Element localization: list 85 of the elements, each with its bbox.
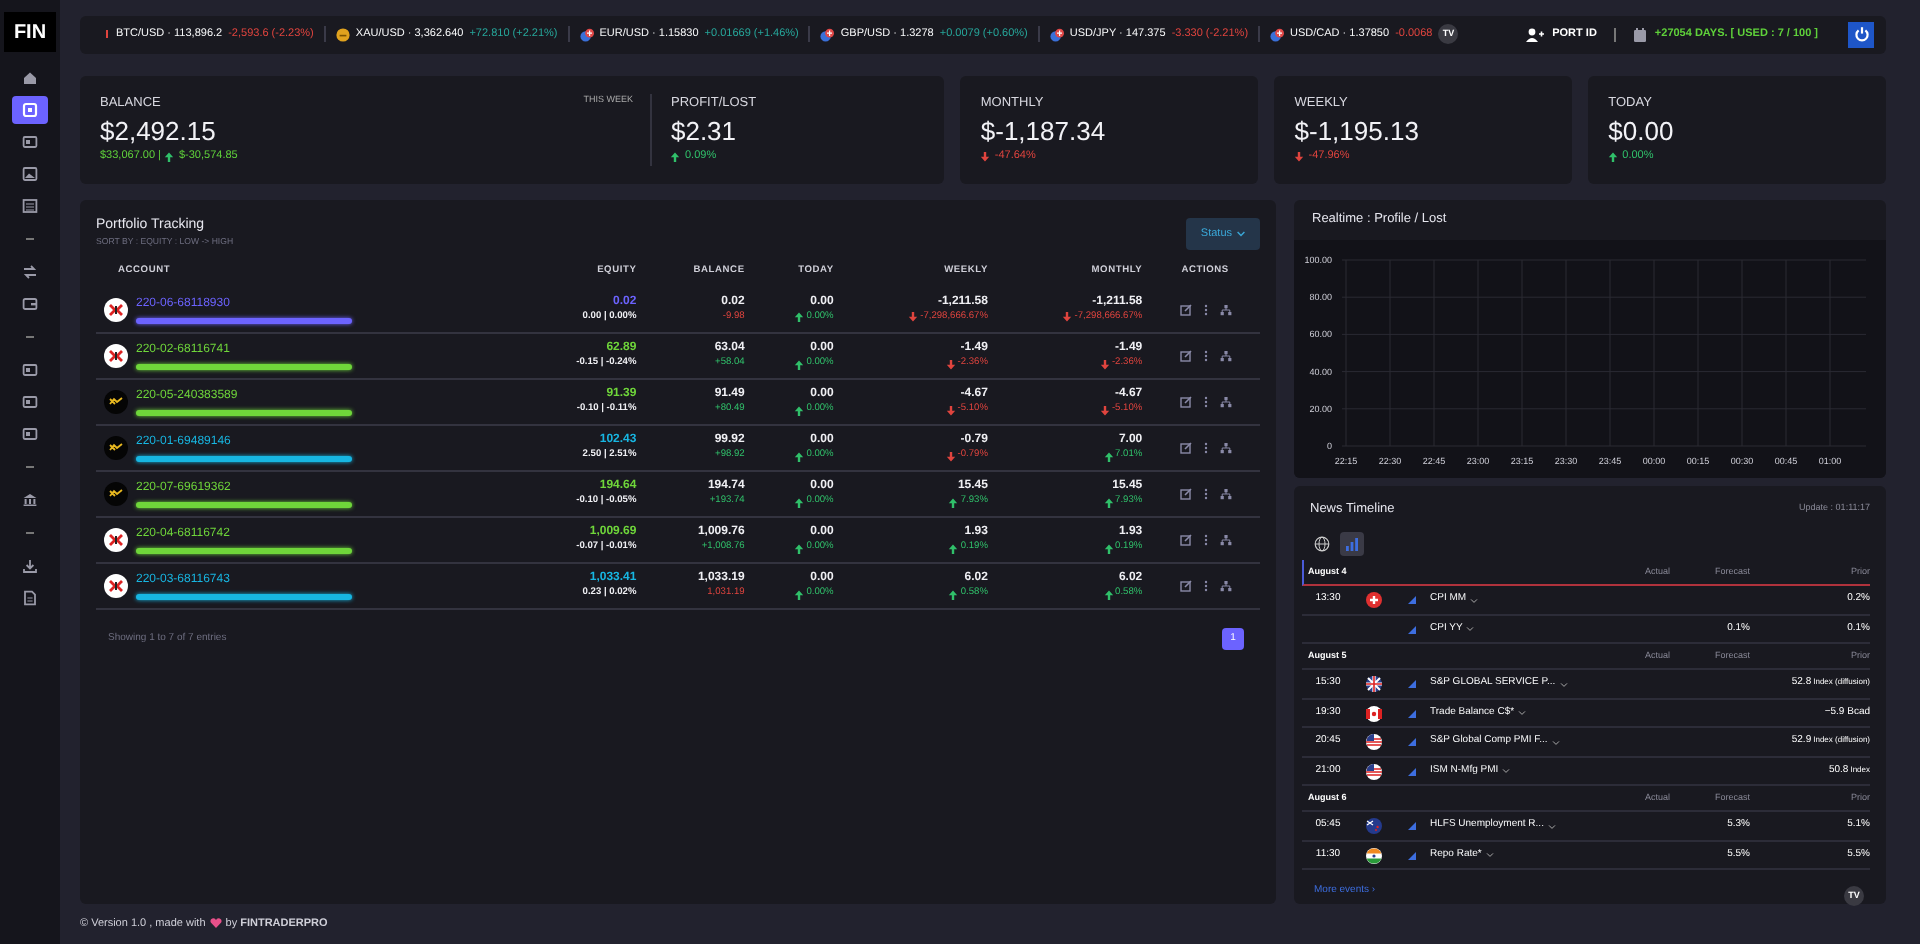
importance-icon bbox=[1408, 680, 1416, 689]
sidebar-item[interactable] bbox=[12, 96, 48, 124]
sitemap-icon[interactable] bbox=[1219, 396, 1232, 409]
download-icon bbox=[22, 558, 38, 574]
caret-icon[interactable] bbox=[1470, 597, 1479, 604]
broker-logo bbox=[104, 436, 128, 461]
sitemap-icon[interactable] bbox=[1219, 488, 1232, 501]
caret-icon[interactable] bbox=[1518, 710, 1527, 717]
card-icon bbox=[22, 362, 38, 378]
sitemap-icon[interactable] bbox=[1219, 303, 1232, 316]
caret-icon[interactable] bbox=[1559, 681, 1568, 688]
importance-icon bbox=[1408, 738, 1416, 747]
coin-icon bbox=[335, 27, 350, 42]
broker-logo bbox=[104, 344, 128, 369]
caret-icon[interactable] bbox=[1502, 768, 1511, 775]
edit-icon[interactable] bbox=[1179, 303, 1192, 316]
home-icon bbox=[22, 70, 38, 86]
importance-icon bbox=[1408, 625, 1416, 634]
flag-icon bbox=[1366, 676, 1382, 693]
power-button[interactable] bbox=[1848, 21, 1874, 48]
sitemap-icon[interactable] bbox=[1219, 534, 1232, 547]
flags-icon bbox=[579, 27, 594, 42]
wallet-icon bbox=[22, 296, 38, 312]
flag-icon bbox=[1366, 763, 1382, 780]
file-icon bbox=[22, 590, 38, 606]
flag-icon bbox=[1366, 847, 1382, 864]
square-icon bbox=[22, 102, 38, 118]
more-icon[interactable] bbox=[1203, 580, 1208, 593]
edit-icon[interactable] bbox=[1179, 350, 1192, 363]
globe-icon bbox=[1314, 536, 1330, 553]
stat-value: $0.00 bbox=[1608, 116, 1676, 148]
more-icon[interactable] bbox=[1203, 350, 1208, 363]
sitemap-icon[interactable] bbox=[1219, 350, 1232, 363]
broker-logo bbox=[104, 574, 128, 599]
edit-icon[interactable] bbox=[1179, 442, 1192, 455]
more-icon[interactable] bbox=[1203, 488, 1208, 501]
heart-icon bbox=[209, 918, 222, 929]
more-icon[interactable] bbox=[1203, 442, 1208, 455]
exchange-icon bbox=[22, 264, 38, 280]
flags-icon bbox=[1049, 27, 1064, 42]
add-user-icon[interactable] bbox=[1526, 27, 1545, 42]
stat-value: $2.31 bbox=[670, 116, 739, 148]
caret-icon[interactable] bbox=[1485, 852, 1494, 859]
stat-value: $2,492.15 bbox=[100, 116, 218, 148]
more-icon[interactable] bbox=[1203, 396, 1208, 409]
stat-value: $-1,195.13 bbox=[1294, 116, 1421, 148]
caret-icon[interactable] bbox=[1547, 823, 1556, 830]
bar-chart-icon bbox=[1344, 536, 1360, 553]
flags-icon bbox=[1270, 27, 1285, 42]
card-icon bbox=[22, 134, 38, 150]
sitemap-icon[interactable] bbox=[1219, 580, 1232, 593]
flag-icon bbox=[1366, 818, 1382, 835]
flag-icon bbox=[1366, 592, 1382, 609]
edit-icon[interactable] bbox=[1179, 396, 1192, 409]
calendar-icon bbox=[1634, 27, 1647, 42]
brand-logo: FIN bbox=[4, 12, 56, 52]
importance-icon bbox=[1408, 822, 1416, 831]
power-icon bbox=[1853, 26, 1869, 43]
flag-icon bbox=[1366, 734, 1382, 751]
broker-logo bbox=[104, 482, 128, 507]
filter-button[interactable] bbox=[1310, 532, 1334, 557]
broker-logo bbox=[104, 297, 128, 322]
card-icon bbox=[22, 394, 38, 410]
broker-logo bbox=[104, 390, 128, 415]
importance-icon bbox=[1408, 709, 1416, 718]
edit-icon[interactable] bbox=[1179, 488, 1192, 501]
broker-logo bbox=[104, 528, 128, 553]
importance-icon bbox=[1408, 851, 1416, 860]
caret-icon bbox=[1236, 229, 1246, 238]
sitemap-icon[interactable] bbox=[1219, 442, 1232, 455]
flag-icon bbox=[1366, 705, 1382, 722]
more-icon[interactable] bbox=[1203, 303, 1208, 316]
card-icon bbox=[22, 426, 38, 442]
edit-icon[interactable] bbox=[1179, 534, 1192, 547]
more-icon[interactable] bbox=[1203, 534, 1208, 547]
stat-value: $-1,187.34 bbox=[980, 116, 1108, 148]
edit-icon[interactable] bbox=[1179, 580, 1192, 593]
caret-icon[interactable] bbox=[1466, 626, 1475, 633]
importance-icon bbox=[1408, 596, 1416, 605]
importance-icon bbox=[1408, 767, 1416, 776]
flags-icon bbox=[820, 27, 835, 42]
bank-icon bbox=[22, 492, 38, 508]
caret-icon[interactable] bbox=[1551, 739, 1560, 746]
image-icon bbox=[22, 166, 38, 182]
list-icon bbox=[22, 198, 38, 214]
